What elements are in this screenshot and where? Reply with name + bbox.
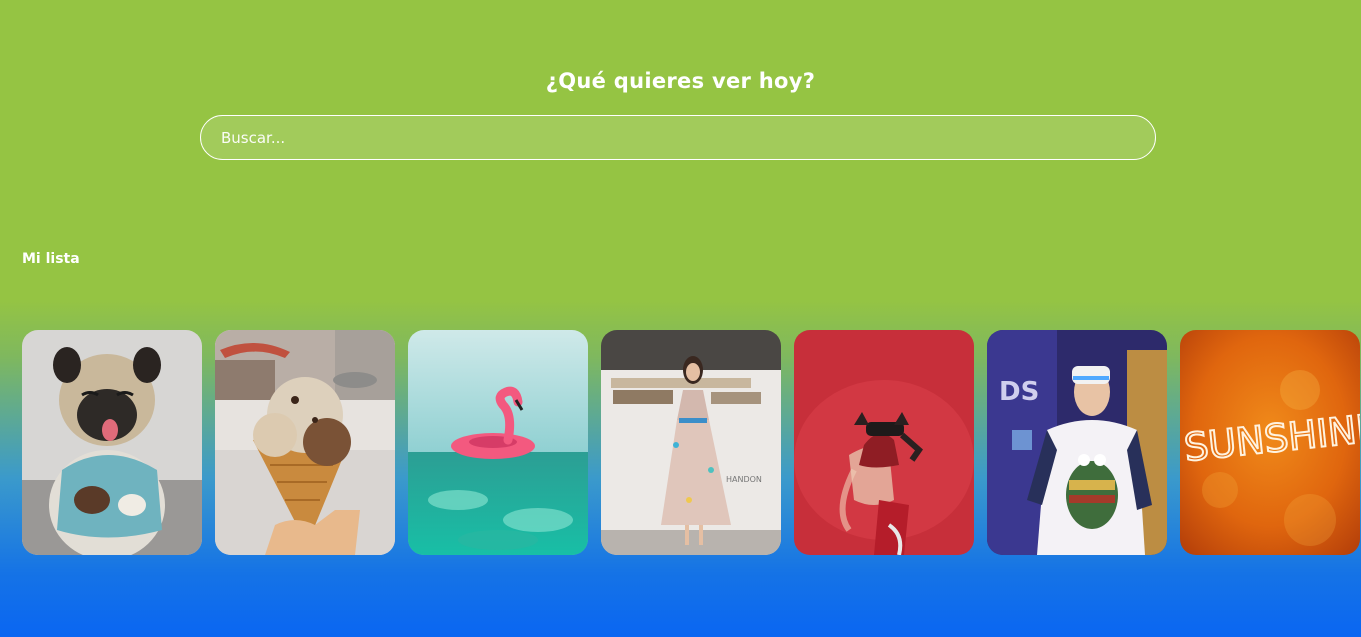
section-title-mi-lista: Mi lista — [22, 251, 80, 267]
search-bar[interactable] — [200, 115, 1156, 160]
svg-text:HANDON: HANDON — [726, 475, 762, 484]
flamingo-image — [408, 330, 588, 555]
card-ice-cream[interactable] — [215, 330, 395, 555]
page-title: ¿Qué quieres ver hoy? — [545, 69, 816, 93]
search-input[interactable] — [221, 128, 1155, 147]
card-row: HANDON DS SUNSHINE — [22, 330, 1360, 555]
vr-boy-image: DS — [987, 330, 1167, 555]
card-pug[interactable] — [22, 330, 202, 555]
sunshine-image: SUNSHINE — [1180, 330, 1360, 555]
pug-image — [22, 330, 202, 555]
ice-cream-image — [215, 330, 395, 555]
card-vr-red[interactable] — [794, 330, 974, 555]
card-flamingo[interactable] — [408, 330, 588, 555]
woman-dress-image: HANDON — [601, 330, 781, 555]
card-vr-boy[interactable]: DS — [987, 330, 1167, 555]
vr-red-image — [794, 330, 974, 555]
svg-text:DS: DS — [999, 377, 1039, 407]
card-woman-dress[interactable]: HANDON — [601, 330, 781, 555]
card-sunshine[interactable]: SUNSHINE — [1180, 330, 1360, 555]
